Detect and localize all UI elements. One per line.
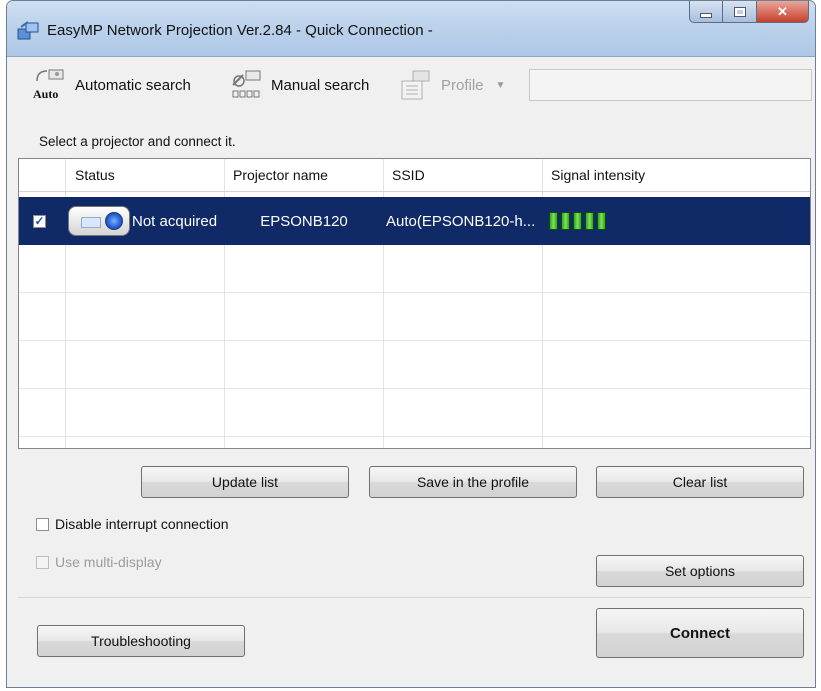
minimize-icon [700, 13, 712, 18]
signal-cell [549, 197, 749, 245]
signal-bar [597, 212, 606, 230]
status-cell: Not acquired [68, 197, 224, 245]
profile-path-field [529, 69, 812, 101]
caption-buttons: ✕ [689, 1, 809, 25]
instruction-text: Select a projector and connect it. [39, 134, 236, 149]
window-title: EasyMP Network Projection Ver.2.84 - Qui… [47, 22, 433, 39]
app-icon [17, 21, 39, 40]
maximize-icon [734, 7, 745, 16]
connect-button[interactable]: Connect [596, 608, 804, 658]
signal-bar [585, 212, 594, 230]
set-options-button[interactable]: Set options [596, 555, 804, 587]
troubleshooting-button[interactable]: Troubleshooting [37, 625, 245, 657]
app-window: EasyMP Network Projection Ver.2.84 - Qui… [6, 0, 816, 688]
column-header-ssid[interactable]: SSID [392, 167, 425, 183]
empty-row [19, 245, 810, 293]
column-header-status[interactable]: Status [75, 167, 115, 183]
disable-interrupt-label: Disable interrupt connection [55, 516, 229, 532]
list-header: Status Projector name SSID Signal intens… [19, 159, 810, 192]
row-checkbox[interactable]: ✓ [33, 214, 46, 228]
disable-interrupt-checkbox[interactable] [36, 517, 49, 531]
column-header-projector-name[interactable]: Projector name [233, 167, 328, 183]
automatic-search-button[interactable]: Auto Automatic search [33, 65, 191, 105]
empty-row [19, 389, 810, 437]
empty-row [19, 341, 810, 389]
title-bar[interactable]: EasyMP Network Projection Ver.2.84 - Qui… [7, 1, 815, 57]
empty-row [19, 293, 810, 341]
profile-dropdown[interactable]: Profile ▼ [399, 65, 505, 105]
auto-badge: Auto [33, 87, 59, 101]
chevron-down-icon: ▼ [495, 79, 506, 91]
multi-display-option: Use multi-display [36, 554, 162, 570]
multi-display-checkbox [36, 555, 49, 569]
automatic-search-label: Automatic search [75, 76, 191, 94]
signal-bar [561, 212, 570, 230]
projector-icon [68, 206, 130, 236]
signal-bar [573, 212, 582, 230]
table-row[interactable]: ✓ Not acquired EPSONB120 Auto(EPSONB120-… [19, 197, 810, 245]
projector-list[interactable]: Status Projector name SSID Signal intens… [18, 158, 811, 449]
manual-search-button[interactable]: Manual search [229, 65, 369, 105]
auto-search-icon: Auto [33, 67, 69, 103]
toolbar: Auto Automatic search Manual search Prof… [7, 57, 815, 113]
manual-search-icon [229, 67, 265, 103]
update-list-button[interactable]: Update list [141, 466, 349, 498]
status-text: Not acquired [132, 212, 218, 230]
manual-search-label: Manual search [271, 76, 370, 94]
divider [18, 597, 811, 598]
disable-interrupt-option[interactable]: Disable interrupt connection [36, 516, 229, 532]
clear-list-button[interactable]: Clear list [596, 466, 804, 498]
save-in-profile-button[interactable]: Save in the profile [369, 466, 577, 498]
minimize-button[interactable] [689, 1, 723, 23]
row-checkbox-cell: ✓ [33, 197, 63, 245]
projector-name-cell: EPSONB120 [260, 212, 348, 230]
close-button[interactable]: ✕ [757, 1, 809, 23]
multi-display-label: Use multi-display [55, 554, 162, 570]
profile-label: Profile [441, 76, 484, 94]
close-icon: ✕ [777, 3, 788, 19]
signal-intensity-bars [549, 212, 606, 230]
profile-icon [399, 67, 435, 103]
ssid-cell: Auto(EPSONB120-h... [386, 212, 536, 230]
column-header-signal-intensity[interactable]: Signal intensity [551, 167, 645, 183]
maximize-button[interactable] [723, 1, 757, 23]
signal-bar [549, 212, 558, 230]
